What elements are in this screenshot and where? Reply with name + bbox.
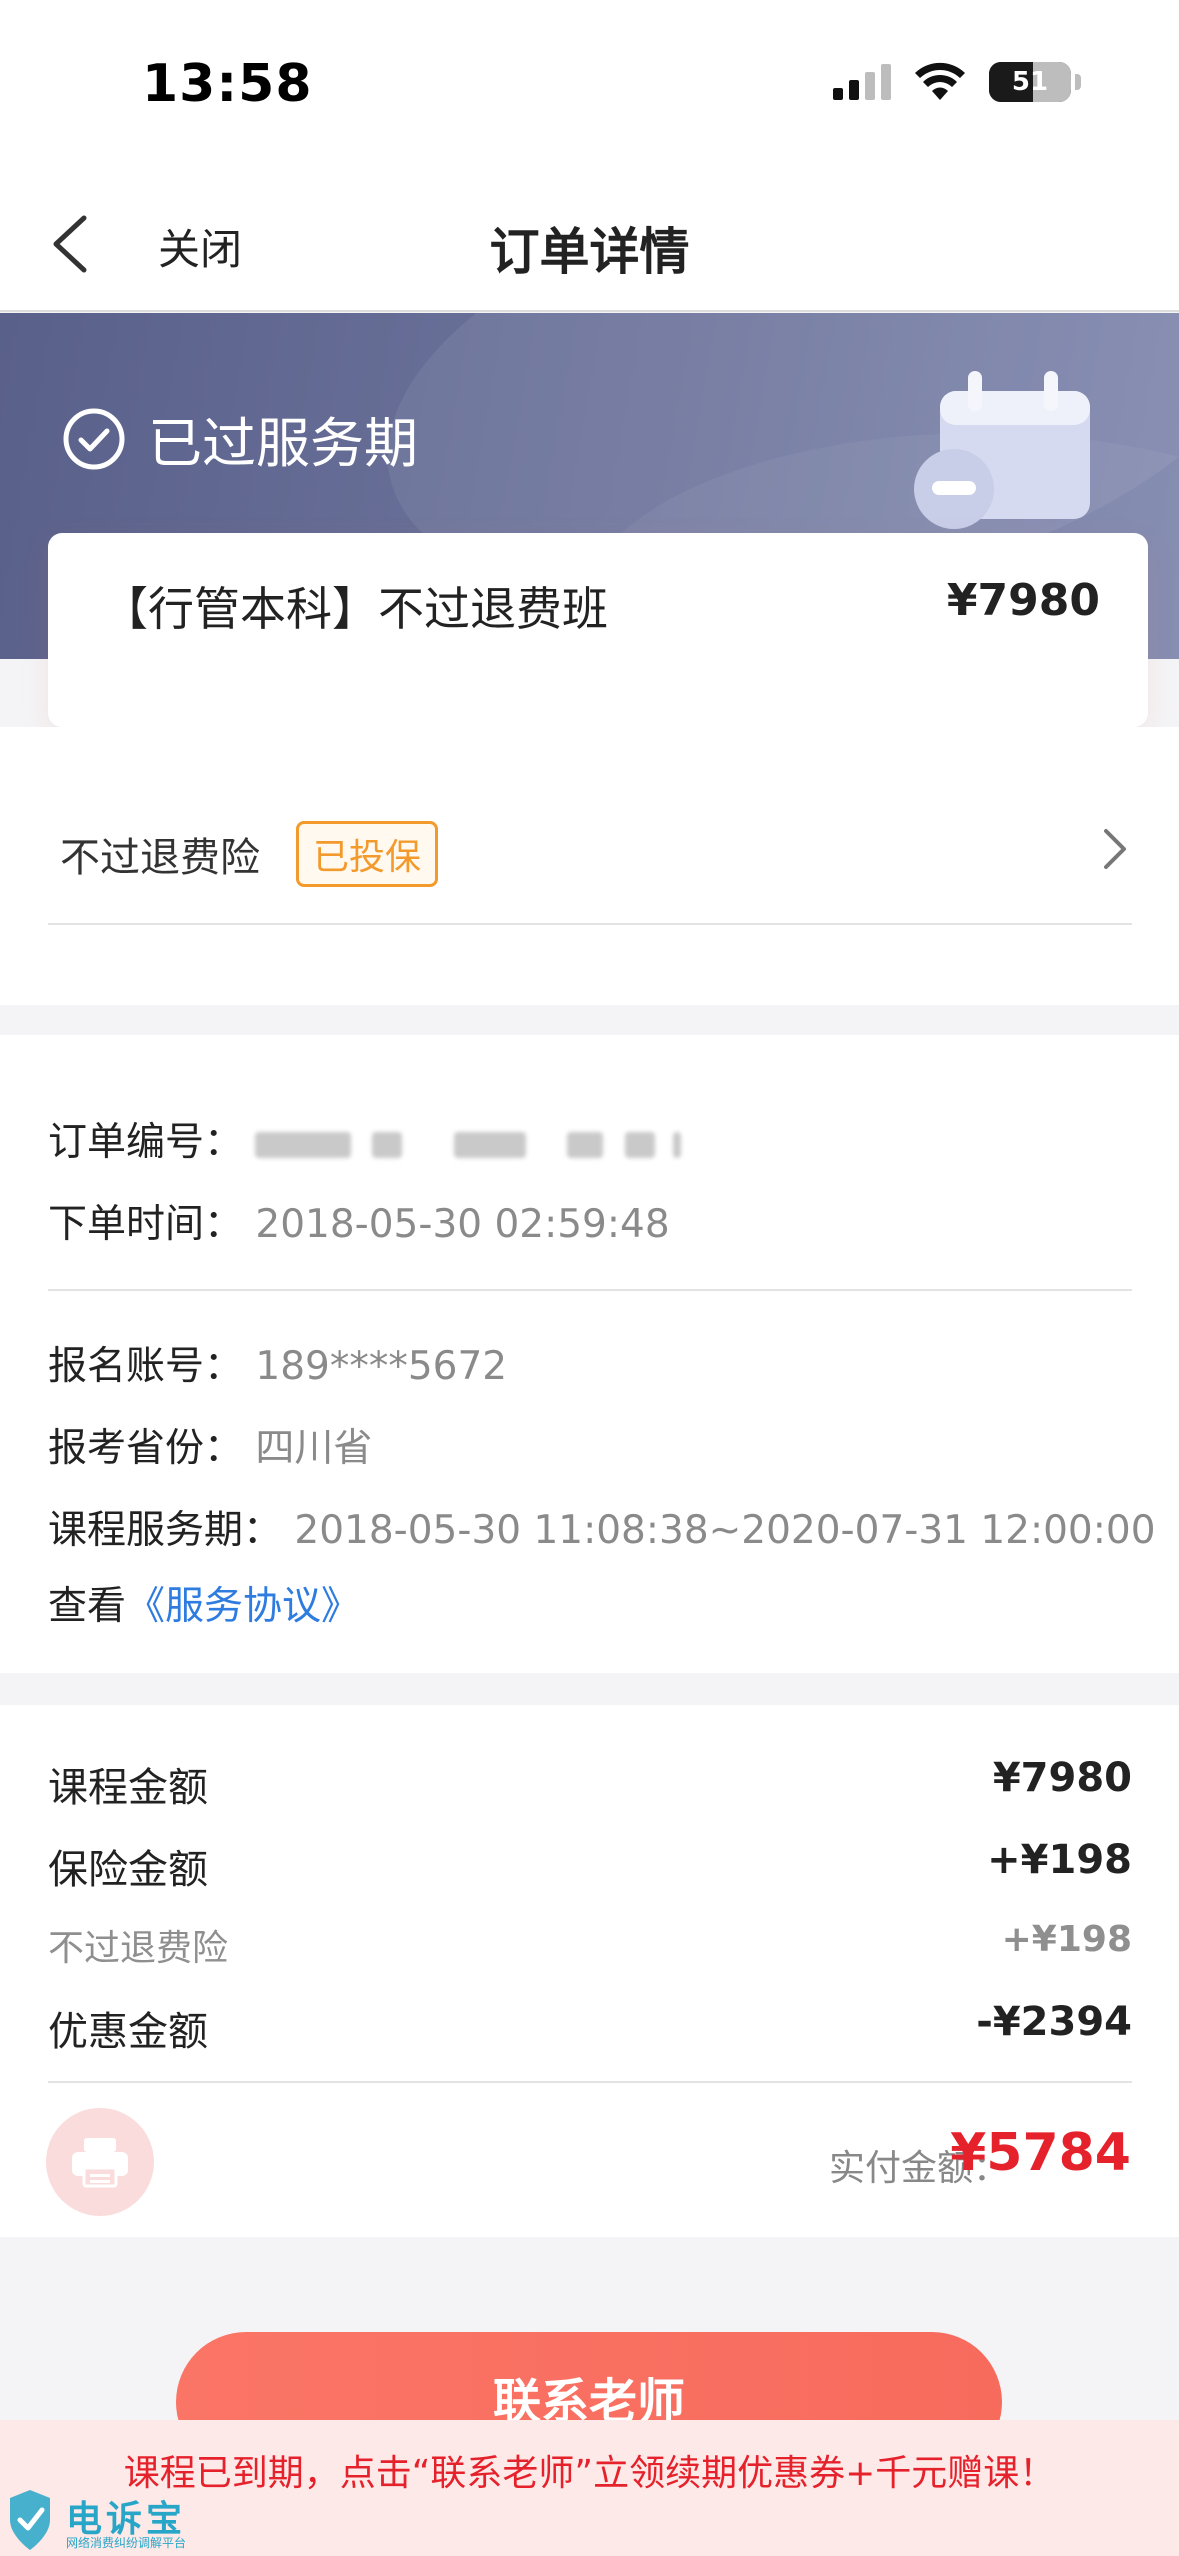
province-label: 报考省份：: [48, 1426, 244, 1471]
total-paid-value: ¥5784: [950, 2123, 1131, 2183]
order-time-value: 2018-05-30 02:59:48: [255, 1202, 670, 1247]
service-period-value: 2018-05-30 11:08:38~2020-07-31 12:00:00: [294, 1508, 1156, 1553]
battery-icon: 51: [989, 62, 1071, 102]
status-icons: 51: [833, 62, 1081, 102]
status-bar: 13:58 51: [0, 0, 1179, 176]
agreement-prefix: 查看: [48, 1584, 127, 1629]
wifi-icon: [915, 62, 965, 100]
insurance-row[interactable]: 不过退费险 已投保: [48, 777, 1132, 925]
cellular-signal-icon: [833, 64, 891, 100]
insurance-amount-row: 保险金额 +¥198: [48, 1837, 1132, 1897]
insurance-sub-row: 不过退费险 +¥198: [48, 1919, 1132, 1979]
course-name: 【行管本科】不过退费班: [102, 582, 608, 636]
insurance-label: 不过退费险: [60, 835, 260, 881]
service-period-label: 课程服务期：: [48, 1508, 283, 1553]
nav-bar: 关闭 订单详情: [0, 176, 1179, 312]
amount-section: 课程金额 ¥7980 保险金额 +¥198 不过退费险 +¥198 优惠金额 -…: [0, 1705, 1179, 2237]
printer-icon: [72, 2138, 128, 2188]
service-period-row: 课程服务期： 2018-05-30 11:08:38~2020-07-31 12…: [48, 1499, 1156, 1555]
order-number-redacted: [255, 1120, 682, 1165]
course-amount-value: ¥7980: [992, 1755, 1132, 1801]
service-status-text: 已过服务期: [148, 412, 418, 475]
chevron-right-icon: [1104, 829, 1126, 869]
floating-service-button[interactable]: [46, 2108, 154, 2216]
province-row: 报考省份： 四川省: [48, 1417, 372, 1473]
order-number-row: 订单编号：: [48, 1111, 682, 1167]
check-circle-icon: [63, 408, 125, 469]
course-amount-label: 课程金额: [48, 1765, 208, 1811]
agreement-row: 查看《服务协议》: [48, 1575, 360, 1631]
insurance-sub-value: +¥198: [1001, 1919, 1132, 1960]
order-number-label: 订单编号：: [48, 1120, 244, 1165]
insurance-sub-label: 不过退费险: [48, 1928, 229, 1969]
discount-amount-label: 优惠金额: [48, 2009, 208, 2055]
course-card[interactable]: 【行管本科】不过退费班 ¥7980: [48, 533, 1148, 727]
insurance-section: 不过退费险 已投保: [0, 727, 1179, 1005]
account-label: 报名账号：: [48, 1344, 244, 1389]
course-amount-row: 课程金额 ¥7980: [48, 1755, 1132, 1815]
insured-badge: 已投保: [296, 821, 439, 887]
status-time: 13:58: [142, 54, 313, 114]
province-value: 四川省: [255, 1426, 373, 1471]
watermark-subtitle: 网络消费纠纷调解平台: [66, 2536, 187, 2550]
discount-amount-row: 优惠金额 -¥2394: [48, 1999, 1132, 2059]
order-time-row: 下单时间： 2018-05-30 02:59:48: [48, 1193, 670, 1249]
divider: [48, 2081, 1132, 2083]
discount-amount-value: -¥2394: [976, 1999, 1132, 2045]
account-value: 189****5672: [255, 1344, 508, 1389]
order-info-section: 订单编号： 下单时间： 2018-05-30 02:59:48 报名账号： 18…: [0, 1035, 1179, 1673]
battery-level: 51: [1011, 67, 1049, 97]
service-status: 已过服务期: [62, 399, 418, 478]
insurance-amount-label: 保险金额: [48, 1847, 208, 1893]
service-agreement-link[interactable]: 《服务协议》: [126, 1584, 360, 1629]
insurance-amount-value: +¥198: [987, 1837, 1132, 1883]
account-row: 报名账号： 189****5672: [48, 1335, 507, 1391]
page-title: 订单详情: [489, 223, 690, 281]
course-price: ¥7980: [946, 575, 1100, 626]
calendar-icon: [914, 371, 1090, 529]
order-time-label: 下单时间：: [48, 1202, 244, 1247]
divider: [48, 1289, 1132, 1291]
